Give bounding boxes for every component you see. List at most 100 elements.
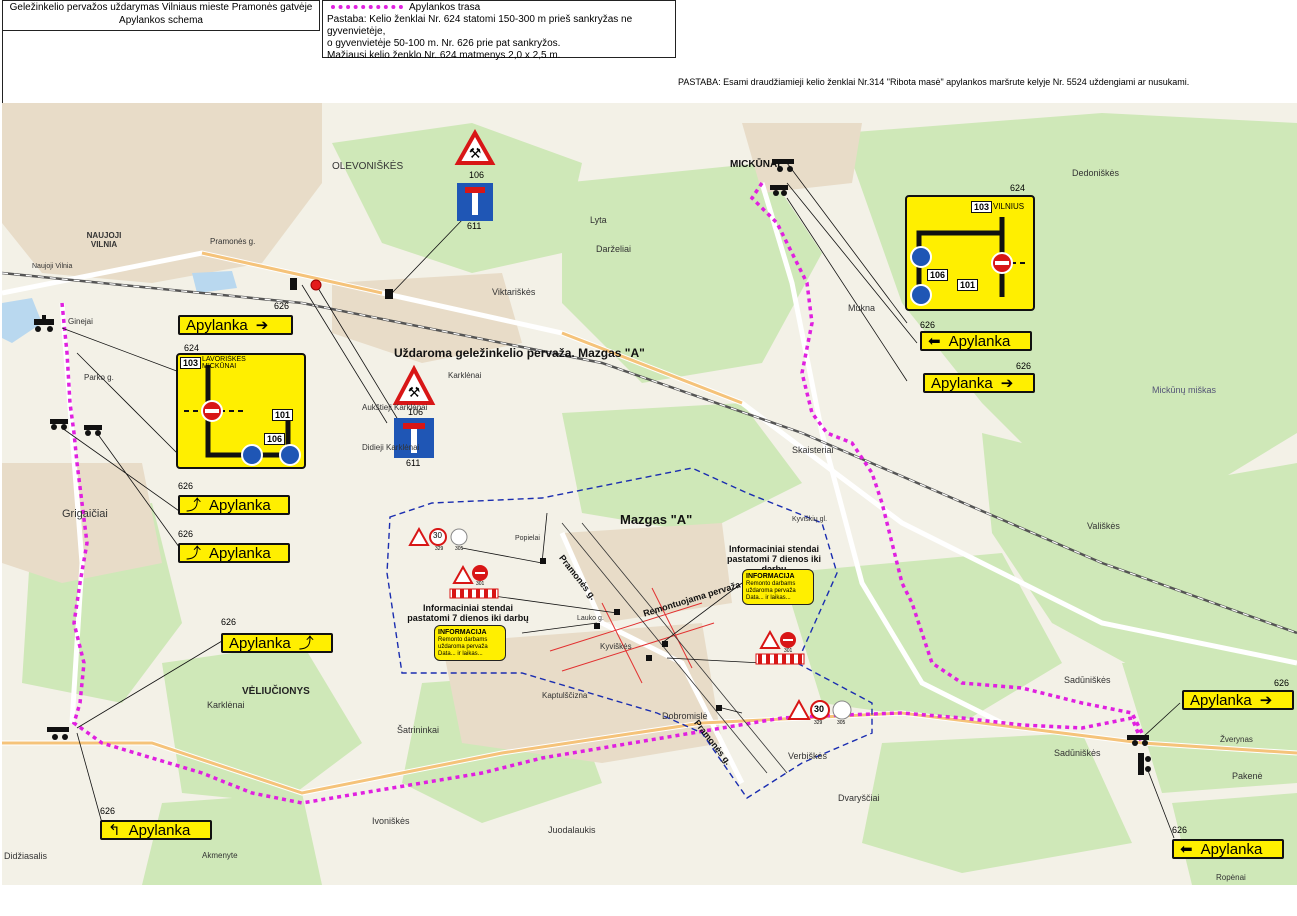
info-board-title: INFORMACIJA	[746, 573, 795, 580]
sign-code-626: 626	[178, 481, 194, 491]
sign-code-626: 626	[1172, 825, 1188, 835]
route-number-101: 101	[272, 409, 294, 421]
place-label: Ropėnai	[1216, 873, 1246, 882]
place-label: Šatrininkai	[397, 725, 440, 735]
sign-code-329-1: 329	[435, 546, 444, 552]
place-label: Popielai	[515, 535, 540, 542]
place-label: Sadūniškės	[1064, 675, 1111, 685]
route-number-103: 103	[180, 357, 202, 369]
place-label: Juodalaukis	[548, 825, 596, 835]
route-number-103: 103	[971, 201, 993, 213]
place-label: OLEVONIŠKĖS	[332, 161, 404, 172]
place-label: Dedoniškės	[1072, 168, 1120, 178]
place-label: Mickūnų miškas	[1152, 385, 1217, 395]
sign-code-626: 626	[178, 529, 194, 539]
place-label: Parko g.	[84, 373, 114, 382]
arrow-left-icon: ⬅	[928, 332, 941, 350]
dest-lavoriskes: LAVORIŠKĖS	[202, 356, 246, 363]
arrow-right-icon: ➔	[255, 316, 269, 334]
dead-end-sign-mid	[394, 418, 434, 458]
place-label: Didieji Karklėnai	[362, 443, 420, 452]
place-label: Naujoji Vilnia	[32, 263, 73, 270]
route-diagram-sign-left: 103 LAVORIŠKĖS MICKŪNAI 101 106	[176, 353, 306, 469]
place-label: Akmenyte	[202, 851, 238, 860]
place-label: Karklėnai	[448, 371, 482, 380]
map-canvas: ⚒ ⚒	[2, 103, 1297, 885]
curvy-arrow-icon: ⤴	[186, 496, 202, 514]
place-label: Ivoniškės	[372, 816, 410, 826]
detour-sign-7: Apylanka ➔	[1182, 690, 1294, 710]
curvy-arrow-icon: ⤴	[186, 544, 202, 562]
place-label: NAUJOJI VILNIA	[86, 231, 122, 249]
place-label: Pramonės g.	[210, 237, 256, 246]
sign-code-106-top: 106	[469, 170, 485, 180]
place-label: Aukštieji Karklėnai	[362, 403, 428, 412]
svg-text:⚒: ⚒	[408, 384, 421, 400]
place-label: Sadūniškės	[1054, 748, 1101, 758]
place-label: Darželiai	[596, 244, 632, 254]
place-label: VĖLIUČIONYS	[242, 686, 310, 697]
sign-code-626: 626	[920, 320, 936, 330]
bottom-margin	[0, 886, 1297, 916]
sign-code-626: 626	[1016, 361, 1032, 371]
legend-row: Apylankos trasa	[327, 2, 671, 14]
place-label: Kyviškių gl.	[792, 516, 828, 523]
place-label: Vališkės	[1087, 521, 1120, 531]
detour-sign-4: ⤴ Apylanka	[178, 495, 290, 515]
detour-sign-label: Apylanka	[128, 821, 191, 839]
note-line-2: o gyvenvietėje 50-100 m. Nr. 626 prie pa…	[327, 38, 561, 49]
place-label: Kaptulščizna	[542, 691, 588, 700]
note-line-3: Mažiausi kelio ženklo Nr. 624 matmenys 2…	[327, 50, 561, 61]
map-area[interactable]: ⚒ ⚒ 106 611 106 611 30 329 305 301 301 3…	[2, 103, 1297, 885]
turn-left-arrow-icon: ↰	[108, 821, 121, 839]
place-label: Kyviškės	[600, 642, 632, 651]
info-stand-note-2: Informaciniai stendai pastatomi 7 dienos…	[407, 603, 529, 623]
place-label: Pakenė	[1232, 771, 1263, 781]
arrow-left-icon: ⬅	[1180, 840, 1193, 858]
detour-sign-label: Apylanka	[948, 332, 1011, 350]
detour-sign-8: ↰ Apylanka	[100, 820, 212, 840]
route-diagram-right	[910, 217, 1029, 306]
sign-code-624-left: 624	[184, 343, 200, 353]
crossing-title: Uždaroma geležinkelio pervaža. Mazgas "A…	[394, 346, 645, 360]
dest-mickunai: MICKŪNAI	[202, 363, 237, 370]
svg-text:⚒: ⚒	[469, 145, 482, 161]
title-line-2: Apylankos schema	[119, 15, 203, 26]
title-box: Geležinkelio pervažos uždarymas Vilniaus…	[2, 0, 320, 31]
dest-vilnius: VILNIUS	[993, 202, 1025, 211]
detour-sign-label: Apylanka	[209, 544, 271, 562]
info-board-title: INFORMACIJA	[438, 629, 487, 636]
closed-crossing-marker	[310, 279, 322, 291]
note-line-1: Pastaba: Kelio ženklai Nr. 624 statomi 1…	[327, 14, 633, 37]
info-board-text: Remonto darbams uždaroma pervaža Data...…	[438, 637, 488, 657]
detour-sign-label: Apylanka	[1190, 691, 1252, 709]
route-diagram-sign-right: 103 VILNIUS 106 101	[905, 195, 1035, 311]
detour-sign-5: ⤴ Apylanka	[178, 543, 290, 563]
speed-30-label-2: 30	[814, 704, 825, 714]
detour-sign-6: Apylanka ⤴	[221, 633, 333, 653]
place-label: MICKŪNAI	[730, 159, 780, 170]
detour-sign-label: Apylanka	[931, 374, 993, 392]
place-label: Viktariškės	[492, 287, 536, 297]
info-board-2: INFORMACIJA Remonto darbams uždaroma per…	[434, 625, 506, 661]
place-label: Karklėnai	[207, 700, 245, 710]
route-number-101: 101	[957, 279, 979, 291]
place-label: Didžiasalis	[4, 851, 48, 861]
route-number-106: 106	[264, 433, 286, 445]
detour-sign-label: Apylanka	[1200, 840, 1263, 858]
sign-code-624-right: 624	[1010, 183, 1026, 193]
dead-end-sign-top	[457, 183, 493, 221]
place-label: Verbiškės	[788, 751, 828, 761]
title-frame	[2, 31, 320, 103]
sign-code-626: 626	[274, 301, 290, 311]
legend-label: Apylankos trasa	[409, 2, 481, 13]
place-label: Mukna	[848, 303, 876, 313]
info-board-text: Remonto darbams uždaroma pervaža Data...…	[746, 581, 796, 601]
speed-30-label-1: 30	[433, 531, 442, 540]
sign-code-305-1: 305	[455, 546, 464, 552]
sign-code-301-1: 301	[476, 581, 485, 587]
node-title: Mazgas "A"	[620, 512, 693, 527]
detour-sign-2: ⬅ Apylanka	[920, 331, 1032, 351]
place-label: Dvaryščiai	[838, 793, 880, 803]
place-label: Lauko g.	[577, 615, 604, 622]
